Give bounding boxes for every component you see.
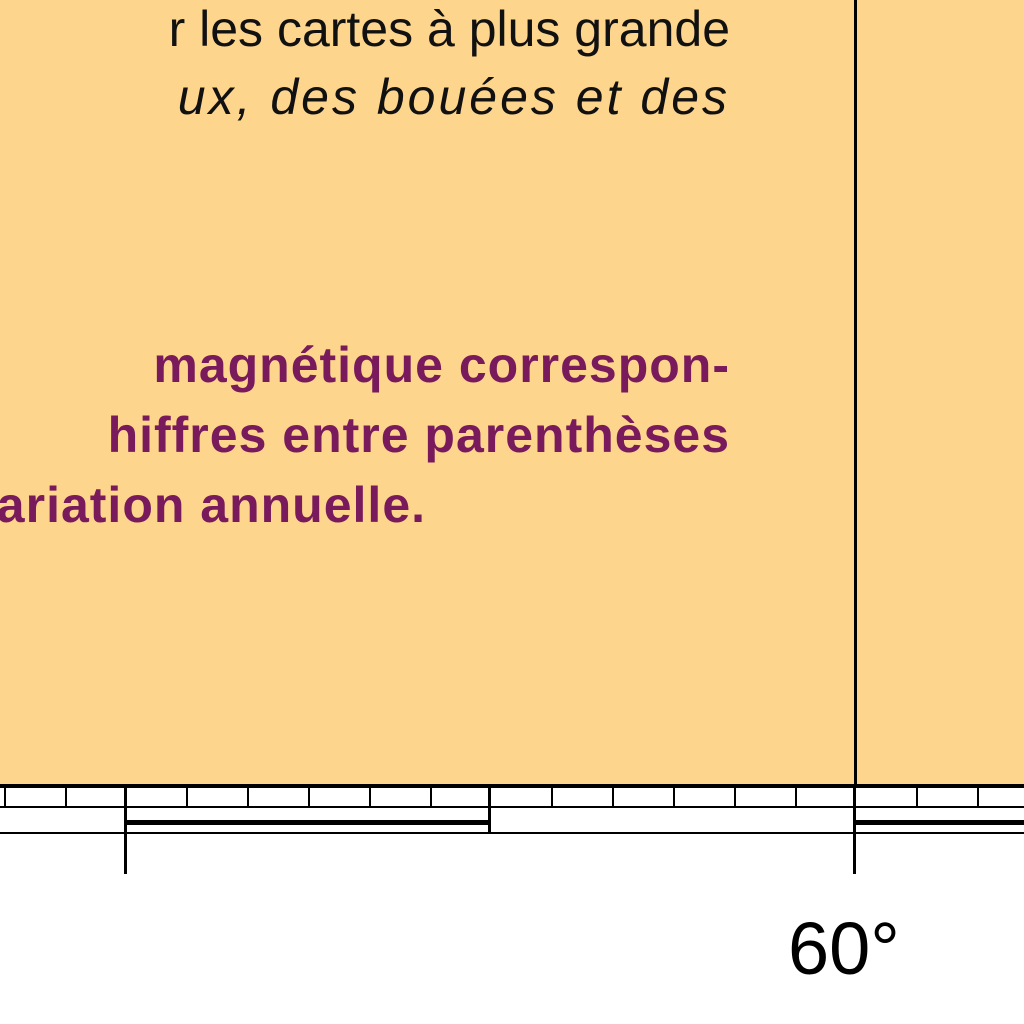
magnetic-note-line-1: magnétique correspon- — [153, 337, 730, 393]
longitude-border-scale — [0, 784, 1024, 874]
general-note-line-1: r les cartes à plus grande — [168, 1, 730, 57]
magnetic-note-line-3: variation annuelle. — [0, 477, 427, 533]
meridian-60-line — [854, 0, 857, 786]
longitude-label-60: 60° — [788, 907, 900, 990]
magnetic-note-line-2: hiffres entre parenthèses — [107, 407, 730, 463]
general-note-line-2: ux, des bouées et des — [177, 69, 730, 125]
